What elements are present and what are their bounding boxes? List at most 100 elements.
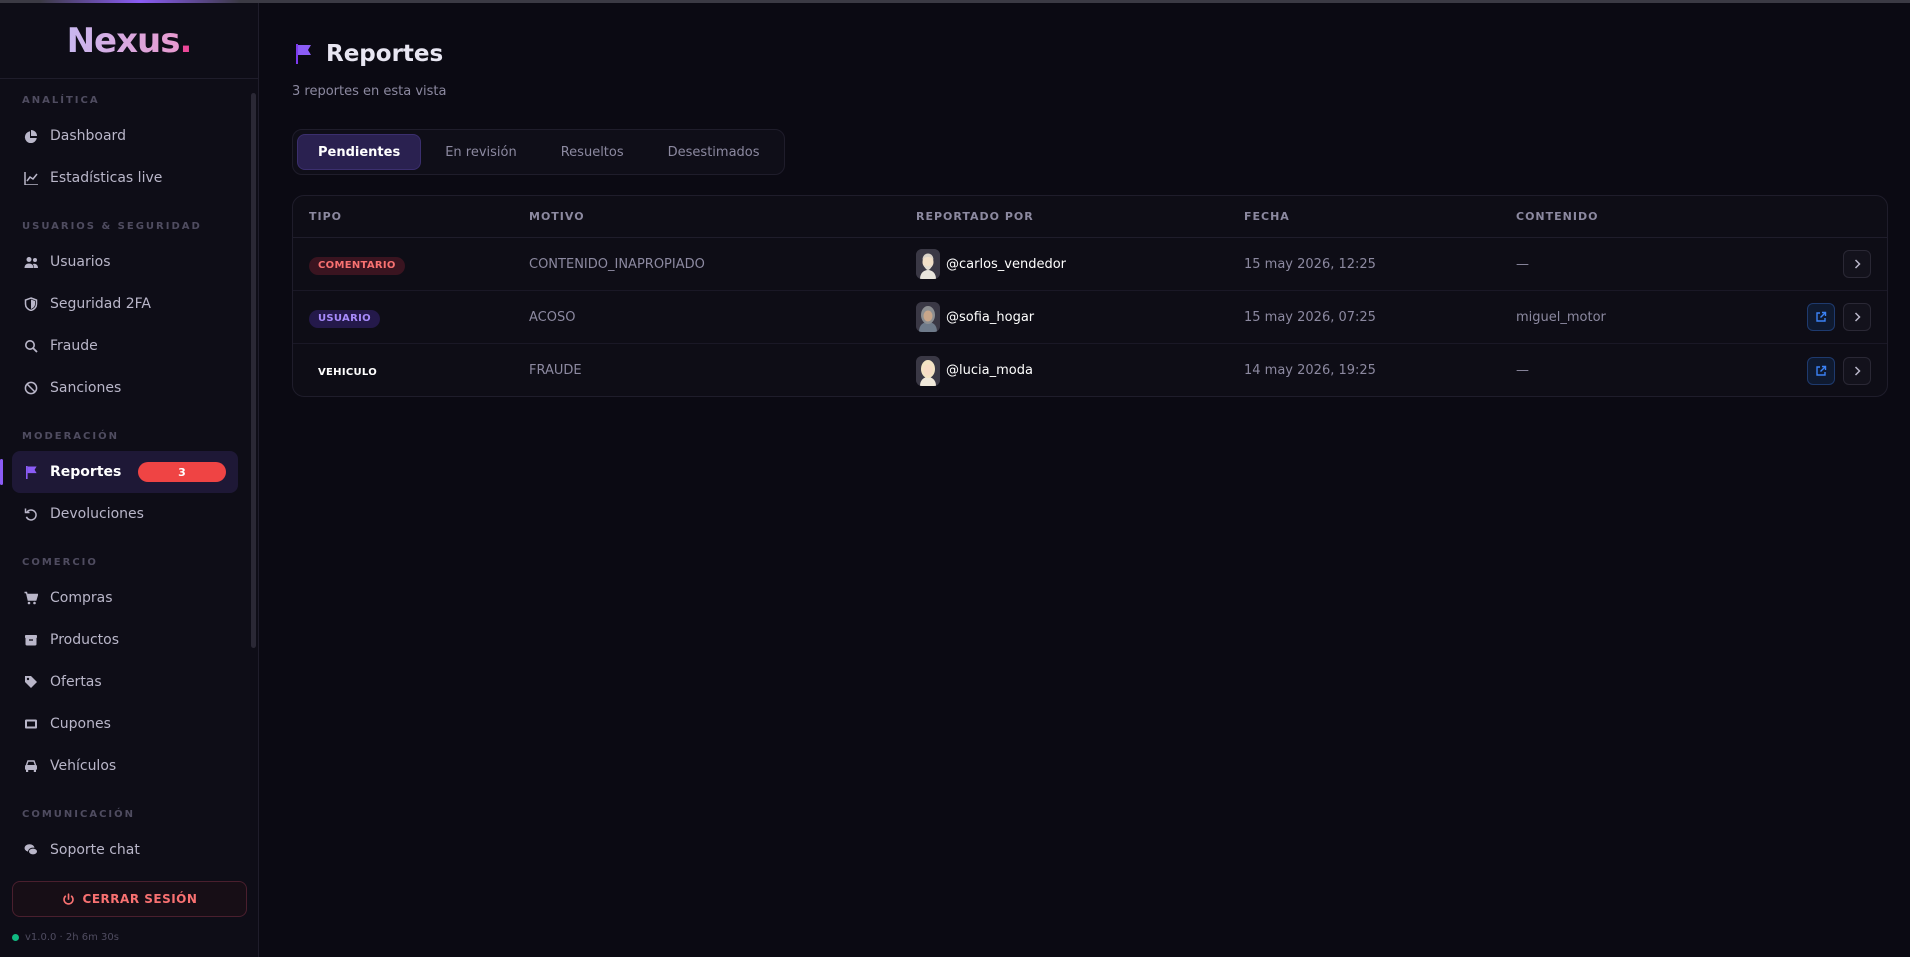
tag-icon	[25, 676, 37, 688]
reporter-username: @carlos_vendedor	[946, 256, 1067, 272]
sidebar-item-label: Sanciones	[50, 380, 122, 396]
report-type-cell: VEHICULO	[309, 360, 386, 382]
report-type-cell: USUARIO	[309, 306, 380, 328]
reporter-username: @lucia_moda	[946, 363, 1033, 378]
sidebar-item-vehiculos[interactable]: Vehículos	[12, 745, 238, 787]
column-header: CONTENIDO	[1516, 210, 1599, 223]
column-header: FECHA	[1244, 210, 1290, 223]
sidebar-item-ofertas[interactable]: Ofertas	[12, 661, 238, 703]
search-icon	[25, 340, 38, 353]
avatar	[916, 355, 940, 386]
status-tabs: Pendientes En revisión Resueltos Desestimad…	[292, 129, 785, 175]
sidebar-item-label: Fraude	[50, 338, 98, 354]
view-details-button[interactable]	[1843, 303, 1871, 331]
sidebar-item-label: Devoluciones	[50, 506, 144, 522]
avatar	[916, 249, 940, 279]
sidebar-item-label: Estadísticas live	[50, 170, 163, 186]
report-type-cell: COMENTARIO	[309, 253, 405, 275]
sidebar-item-dashboard[interactable]: Dashboard	[12, 115, 238, 157]
sidebar-section-label: USUARIOS & SEGURIDAD	[22, 221, 202, 232]
tab-desestimados[interactable]: Desestimados	[648, 134, 780, 170]
report-date: 15 may 2026, 07:25	[1244, 309, 1376, 325]
report-type-badge: COMENTARIO	[309, 257, 405, 275]
power-icon	[62, 892, 74, 905]
table-row[interactable]: USUARIO ACOSO @sofia_hogar 15 may 2026, 07:…	[293, 291, 1887, 344]
sidebar-item-label: Soporte chat	[50, 842, 140, 858]
chat-icon	[24, 844, 38, 856]
sidebar-item-estadisticas-live[interactable]: Estadísticas live	[12, 157, 238, 199]
sidebar-item-compras[interactable]: Compras	[12, 577, 238, 619]
pie-chart-icon	[24, 130, 37, 143]
chevron-right-icon	[1854, 365, 1861, 376]
sidebar-item-label: Usuarios	[50, 254, 111, 270]
sidebar-item-label: Reportes	[50, 464, 122, 480]
report-reason: ACOSO	[529, 309, 576, 325]
table-row[interactable]: VEHICULO FRAUDE @lucia_moda 14 may 2026, 19…	[293, 344, 1887, 396]
report-reason: CONTENIDO_INAPROPIADO	[529, 256, 705, 272]
column-header: TIPO	[309, 210, 343, 223]
column-header: REPORTADO POR	[916, 210, 1034, 223]
line-chart-icon	[24, 172, 38, 185]
sidebar: Nexus. ANALÍTICA Dashboard Estadísticas li…	[0, 3, 259, 957]
tab-resueltos[interactable]: Resueltos	[541, 134, 644, 170]
flag-icon	[296, 44, 311, 64]
flag-icon	[26, 466, 37, 479]
sidebar-item-soporte-chat[interactable]: Soporte chat	[12, 829, 238, 864]
reporter-cell[interactable]: @lucia_moda	[916, 355, 1033, 386]
report-content: —	[1516, 363, 1529, 378]
count-badge: 3	[138, 462, 226, 482]
view-details-button[interactable]	[1843, 356, 1871, 385]
report-date: 14 may 2026, 19:25	[1244, 363, 1376, 378]
tab-pendientes[interactable]: Pendientes	[297, 134, 422, 170]
ban-icon	[24, 381, 38, 395]
avatar	[916, 302, 940, 332]
report-reason: FRAUDE	[529, 363, 582, 378]
sidebar-item-label: Compras	[50, 590, 113, 606]
report-content: miguel_motor	[1516, 309, 1606, 325]
sidebar-nav: ANALÍTICA Dashboard Estadísticas live USUAR…	[0, 89, 250, 864]
sidebar-item-label: Dashboard	[50, 128, 126, 144]
page-header: Reportes	[292, 41, 443, 67]
sidebar-item-productos[interactable]: Productos	[12, 619, 238, 661]
reporter-cell[interactable]: @carlos_vendedor	[916, 249, 1066, 279]
sidebar-scrollbar[interactable]	[250, 83, 257, 863]
version-status: v1.0.0 · 2h 6m 30s	[12, 932, 119, 943]
sidebar-section-label: ANALÍTICA	[22, 95, 100, 106]
sidebar-item-cupones[interactable]: Cupones	[12, 703, 238, 745]
table-row[interactable]: COMENTARIO CONTENIDO_INAPROPIADO @carlos_v…	[293, 238, 1887, 291]
open-external-button[interactable]	[1807, 356, 1835, 385]
column-header: MOTIVO	[529, 210, 585, 223]
logout-button[interactable]: CERRAR SESIÓN	[12, 881, 247, 917]
page-title: Reportes	[326, 41, 444, 67]
reporter-username: @sofia_hogar	[946, 309, 1035, 325]
sidebar-item-seguridad-2fa[interactable]: Seguridad 2FA	[12, 283, 238, 325]
reporter-cell[interactable]: @sofia_hogar	[916, 302, 1034, 332]
sidebar-item-label: Ofertas	[50, 674, 102, 690]
sidebar-item-label: Productos	[50, 632, 120, 648]
cart-icon	[24, 591, 38, 605]
box-icon	[25, 635, 37, 646]
sidebar-item-reportes[interactable]: Reportes 3	[0, 451, 238, 493]
main-content: Reportes 3 reportes en esta vista Pendie…	[260, 3, 1910, 957]
chevron-right-icon	[1854, 312, 1861, 322]
open-external-button[interactable]	[1807, 303, 1835, 331]
sidebar-item-devoluciones[interactable]: Devoluciones	[12, 493, 238, 535]
sidebar-section-label: MODERACIÓN	[22, 431, 119, 442]
view-details-button[interactable]	[1843, 250, 1871, 278]
online-status-dot	[12, 934, 19, 941]
ticket-icon	[25, 719, 37, 729]
external-link-icon	[1816, 365, 1827, 376]
sidebar-item-fraude[interactable]: Fraude	[12, 325, 238, 367]
page-subtitle: 3 reportes en esta vista	[292, 84, 447, 99]
brand-logo[interactable]: Nexus.	[0, 3, 258, 79]
car-icon	[25, 760, 37, 772]
sidebar-item-label: Vehículos	[50, 758, 117, 774]
sidebar-item-usuarios[interactable]: Usuarios	[12, 241, 238, 283]
row-actions	[1807, 356, 1871, 385]
sidebar-item-sanciones[interactable]: Sanciones	[12, 367, 238, 409]
row-actions	[1843, 250, 1871, 278]
chevron-right-icon	[1854, 259, 1861, 269]
tab-en-revision[interactable]: En revisión	[425, 134, 537, 170]
report-type-badge: USUARIO	[309, 310, 380, 328]
sidebar-item-label: Cupones	[50, 716, 111, 732]
